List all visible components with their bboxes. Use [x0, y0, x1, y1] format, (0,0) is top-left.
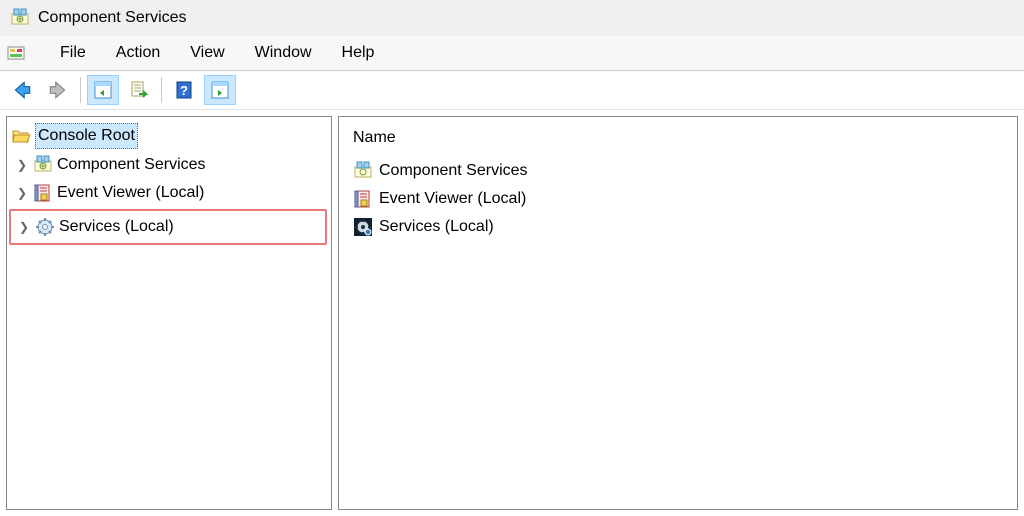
- event-viewer-icon: [33, 183, 53, 203]
- list-item-services[interactable]: Services (Local): [349, 213, 1007, 241]
- tree-pane: Console Root ❯ Component Services: [6, 116, 332, 510]
- toolbar-separator: [80, 77, 81, 103]
- forward-button[interactable]: [42, 75, 74, 105]
- back-button[interactable]: [6, 75, 38, 105]
- menu-action[interactable]: Action: [114, 40, 162, 66]
- folder-open-icon: [11, 126, 31, 146]
- tree-item-services[interactable]: ❯ Services (Lo: [11, 213, 325, 241]
- toolbar: ?: [0, 71, 1024, 110]
- expand-icon[interactable]: ❯: [19, 215, 31, 239]
- show-hide-action-button[interactable]: [204, 75, 236, 105]
- list-item-component-services[interactable]: Component Services: [349, 157, 1007, 185]
- window-title: Component Services: [38, 9, 187, 27]
- export-list-button[interactable]: [123, 75, 155, 105]
- list-item-label: Event Viewer (Local): [379, 187, 526, 211]
- tree-root-label: Console Root: [35, 123, 138, 149]
- list-item-label: Services (Local): [379, 215, 494, 239]
- svg-text:?: ?: [180, 83, 188, 98]
- list-item-label: Component Services: [379, 159, 528, 183]
- services-icon: [35, 217, 55, 237]
- titlebar: Component Services: [0, 0, 1024, 36]
- panes-container: Console Root ❯ Component Services: [0, 110, 1024, 516]
- menu-file[interactable]: File: [58, 40, 88, 66]
- tree-item-event-viewer[interactable]: ❯ Event Viewer (Local): [7, 179, 331, 207]
- show-hide-tree-button[interactable]: [87, 75, 119, 105]
- component-services-icon: [10, 8, 30, 28]
- expand-icon[interactable]: ❯: [17, 181, 29, 205]
- column-header-name[interactable]: Name: [349, 123, 1007, 157]
- menubar: File Action View Window Help: [0, 36, 1024, 71]
- toolbar-separator: [161, 77, 162, 103]
- tree-item-label: Services (Local): [59, 215, 174, 239]
- detail-pane: Name Component Services: [338, 116, 1018, 510]
- help-button[interactable]: ?: [168, 75, 200, 105]
- menu-window[interactable]: Window: [253, 40, 314, 66]
- event-viewer-icon: [353, 189, 373, 209]
- tree-item-component-services[interactable]: ❯ Component Services: [7, 151, 331, 179]
- menu-help[interactable]: Help: [340, 40, 377, 66]
- tree-root-console[interactable]: Console Root: [7, 121, 331, 151]
- services-gear-icon: [353, 217, 373, 237]
- menu-view[interactable]: View: [188, 40, 226, 66]
- list-item-event-viewer[interactable]: Event Viewer (Local): [349, 185, 1007, 213]
- mmc-icon: [6, 43, 26, 63]
- component-services-icon: [353, 161, 373, 181]
- component-services-icon: [33, 155, 53, 175]
- window-root: Component Services File Action View Wind…: [0, 0, 1024, 516]
- expand-icon[interactable]: ❯: [17, 153, 29, 177]
- tree-item-label: Event Viewer (Local): [57, 181, 204, 205]
- highlight-annotation: ❯ Services (Lo: [9, 209, 327, 245]
- tree-item-label: Component Services: [57, 153, 206, 177]
